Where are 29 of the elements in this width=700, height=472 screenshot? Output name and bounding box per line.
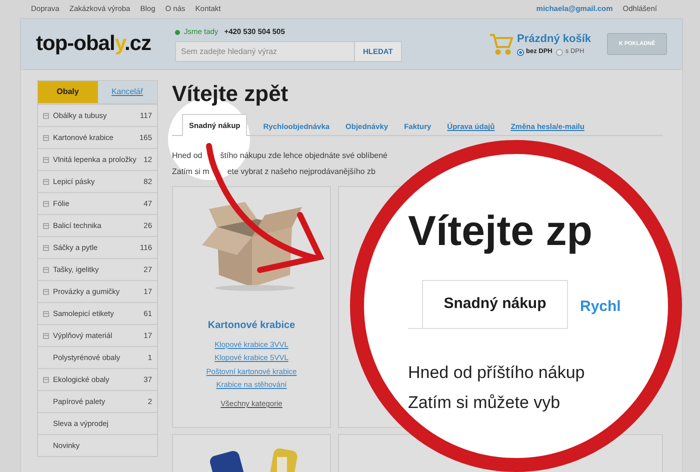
cart-icon [489,33,514,55]
expand-icon[interactable] [43,244,49,250]
intro-text: Zatím si m [172,166,210,178]
expand-icon[interactable] [43,376,49,382]
expand-icon[interactable] [43,134,49,140]
category-card[interactable] [172,434,331,472]
page-title: Vítejte zpět [172,82,290,106]
search-field[interactable]: Sem zadejte hledaný výraz [175,40,355,62]
radio-button[interactable] [517,48,524,56]
expand-icon[interactable] [43,200,49,206]
expand-icon[interactable] [43,266,49,272]
magnified-tab-label: Rychl [580,297,621,317]
expand-icon[interactable] [43,332,49,338]
magnified-title: Vítejte zp [408,206,592,256]
category-tab[interactable]: Obaly [38,81,98,103]
intro-text: ete vybrat z našeho nejprodávanějšího zb [227,166,376,178]
logo[interactable]: top-obaly.cz [36,28,171,60]
magnified-text: Hned od příštího nákup [408,362,585,384]
intro-text: štího nákupu zde lehce objednáte své oblíbené [220,150,388,162]
expand-icon[interactable] [43,310,49,316]
card-title[interactable]: Kartonové krabice [208,318,296,333]
expand-icon[interactable] [43,156,49,162]
expand-icon[interactable] [43,222,49,228]
intro-text: Hned od [172,150,202,162]
expand-icon[interactable] [43,178,49,184]
expand-icon[interactable] [43,112,49,118]
expand-icon[interactable] [43,288,49,294]
magnified-text: Zatím si můžete vyb [408,392,560,414]
radio-button[interactable] [556,48,564,56]
